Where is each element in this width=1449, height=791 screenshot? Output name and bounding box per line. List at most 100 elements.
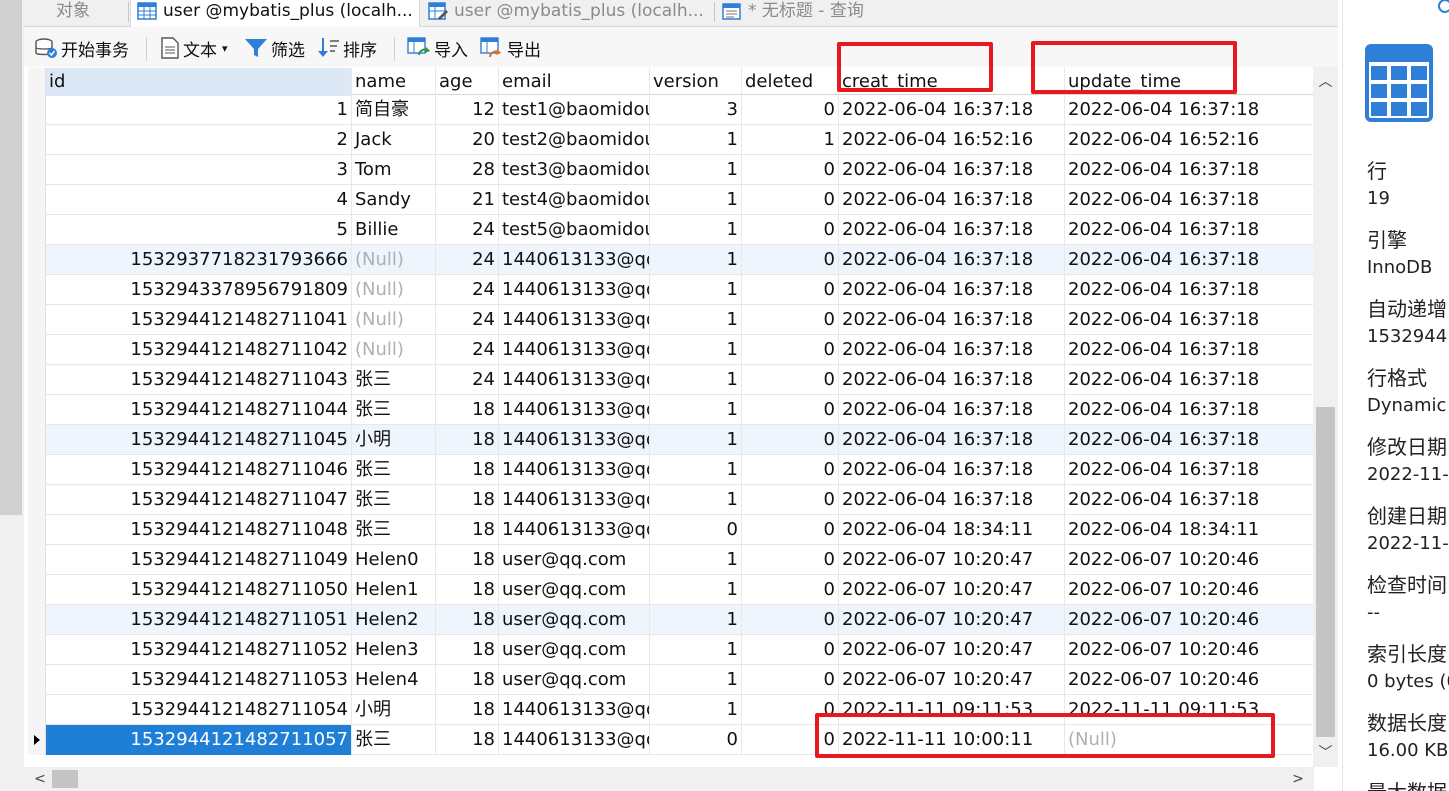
cell-deleted[interactable]: 0 xyxy=(742,515,839,545)
cell-deleted[interactable]: 0 xyxy=(742,545,839,575)
cell-email[interactable]: user@qq.com xyxy=(499,575,650,605)
cell-id[interactable]: 4 xyxy=(46,185,352,215)
table-row[interactable]: 1532944121482711049 Helen0 18 user@qq.com 1 0… xyxy=(28,545,1313,575)
table-row[interactable]: 1532944121482711044 张三 18 1440613133@qq 1 0 20… xyxy=(28,395,1313,425)
cell-email[interactable]: 1440613133@qq xyxy=(499,395,650,425)
cell-name[interactable]: (Null) xyxy=(352,275,436,305)
table-row[interactable]: 1532944121482711048 张三 18 1440613133@qq 0 0 20… xyxy=(28,515,1313,545)
cell-version[interactable]: 1 xyxy=(650,545,742,575)
table-row[interactable]: 2 Jack 20 test2@baomidou 1 1 2022-06-04 16:52:… xyxy=(28,125,1313,155)
table-row[interactable]: 4 Sandy 21 test4@baomidou 1 0 2022-06-04 16:37… xyxy=(28,185,1313,215)
cell-name[interactable]: Helen1 xyxy=(352,575,436,605)
cell-email[interactable]: user@qq.com xyxy=(499,635,650,665)
cell-age[interactable]: 18 xyxy=(436,695,499,725)
row-marker[interactable] xyxy=(28,125,46,155)
cell-version[interactable]: 1 xyxy=(650,395,742,425)
cell-version[interactable]: 1 xyxy=(650,125,742,155)
info-circle-icon[interactable] xyxy=(1435,0,1449,16)
row-marker[interactable] xyxy=(28,575,46,605)
cell-version[interactable]: 1 xyxy=(650,635,742,665)
table-row[interactable]: 1532937718231793666 (Null) 24 1440613133@qq… xyxy=(28,245,1313,275)
cell-age[interactable]: 18 xyxy=(436,485,499,515)
cell-creat-time[interactable]: 2022-06-04 16:37:18 xyxy=(839,335,1065,365)
row-marker[interactable] xyxy=(28,275,46,305)
cell-deleted[interactable]: 0 xyxy=(742,305,839,335)
cell-creat-time[interactable]: 2022-06-04 16:37:18 xyxy=(839,155,1065,185)
cell-deleted[interactable]: 0 xyxy=(742,575,839,605)
cell-creat-time[interactable]: 2022-06-07 10:20:47 xyxy=(839,545,1065,575)
cell-age[interactable]: 18 xyxy=(436,545,499,575)
cell-version[interactable]: 0 xyxy=(650,515,742,545)
cell-update-time[interactable]: 2022-06-07 10:20:46 xyxy=(1065,605,1313,635)
column-header-deleted[interactable]: deleted xyxy=(742,68,839,96)
cell-version[interactable]: 3 xyxy=(650,95,742,125)
sort-button[interactable]: 排序 xyxy=(316,36,377,61)
cell-creat-time[interactable]: 2022-06-04 16:52:16 xyxy=(839,125,1065,155)
cell-update-time[interactable]: 2022-06-04 16:37:18 xyxy=(1065,185,1313,215)
cell-id[interactable]: 1532943378956791809 xyxy=(46,275,352,305)
cell-deleted[interactable]: 0 xyxy=(742,635,839,665)
cell-update-time[interactable]: 2022-06-04 16:37:18 xyxy=(1065,335,1313,365)
cell-update-time[interactable]: 2022-06-04 16:37:18 xyxy=(1065,365,1313,395)
cell-update-time[interactable]: 2022-06-04 16:37:18 xyxy=(1065,95,1313,125)
table-row[interactable]: 5 Billie 24 test5@baomidou 1 0 2022-06-04 16:3… xyxy=(28,215,1313,245)
scroll-down-icon[interactable]: ﹀ xyxy=(1313,741,1338,763)
cell-creat-time[interactable]: 2022-06-04 16:37:18 xyxy=(839,395,1065,425)
filter-button[interactable]: 筛选 xyxy=(244,36,305,61)
cell-id[interactable]: 1532944121482711047 xyxy=(46,485,352,515)
row-marker[interactable] xyxy=(28,155,46,185)
cell-version[interactable]: 1 xyxy=(650,605,742,635)
cell-creat-time[interactable]: 2022-06-04 16:37:18 xyxy=(839,185,1065,215)
cell-id[interactable]: 2 xyxy=(46,125,352,155)
cell-update-time[interactable]: 2022-06-04 16:37:18 xyxy=(1065,485,1313,515)
horizontal-scrollbar[interactable]: < > xyxy=(24,767,1314,791)
cell-update-time[interactable]: 2022-06-04 16:37:18 xyxy=(1065,305,1313,335)
cell-deleted[interactable]: 0 xyxy=(742,245,839,275)
cell-email[interactable]: test4@baomidou xyxy=(499,185,650,215)
table-row[interactable]: 1532944121482711042 (Null) 24 1440613133@qq… xyxy=(28,335,1313,365)
cell-version[interactable]: 1 xyxy=(650,185,742,215)
cell-age[interactable]: 18 xyxy=(436,725,499,755)
vertical-scrollbar[interactable]: ︿ ﹀ xyxy=(1313,67,1338,767)
cell-name[interactable]: Billie xyxy=(352,215,436,245)
cell-name[interactable]: Helen4 xyxy=(352,665,436,695)
cell-id[interactable]: 1532944121482711042 xyxy=(46,335,352,365)
cell-name[interactable]: 简自豪 xyxy=(352,95,436,125)
cell-email[interactable]: 1440613133@qq xyxy=(499,455,650,485)
cell-email[interactable]: test3@baomidou xyxy=(499,155,650,185)
cell-age[interactable]: 18 xyxy=(436,425,499,455)
cell-email[interactable]: user@qq.com xyxy=(499,665,650,695)
table-row[interactable]: 1532944121482711046 张三 18 1440613133@qq 1 0 20… xyxy=(28,455,1313,485)
cell-name[interactable]: 张三 xyxy=(352,725,436,755)
cell-update-time[interactable]: 2022-06-04 18:34:11 xyxy=(1065,515,1313,545)
cell-id[interactable]: 1532944121482711057 xyxy=(46,725,352,755)
cell-version[interactable]: 1 xyxy=(650,155,742,185)
cell-deleted[interactable]: 0 xyxy=(742,605,839,635)
import-button[interactable]: 导入 xyxy=(407,36,468,61)
cell-creat-time[interactable]: 2022-06-04 16:37:18 xyxy=(839,95,1065,125)
cell-name[interactable]: (Null) xyxy=(352,245,436,275)
cell-name[interactable]: (Null) xyxy=(352,335,436,365)
cell-email[interactable]: test1@baomidou xyxy=(499,95,650,125)
cell-age[interactable]: 24 xyxy=(436,365,499,395)
row-marker[interactable] xyxy=(28,185,46,215)
cell-age[interactable]: 18 xyxy=(436,605,499,635)
row-marker[interactable] xyxy=(28,485,46,515)
row-marker[interactable] xyxy=(28,545,46,575)
tab-objects[interactable]: 对象 xyxy=(50,0,130,27)
cell-age[interactable]: 18 xyxy=(436,455,499,485)
cell-email[interactable]: 1440613133@qq xyxy=(499,365,650,395)
cell-age[interactable]: 21 xyxy=(436,185,499,215)
cell-name[interactable]: 小明 xyxy=(352,425,436,455)
cell-creat-time[interactable]: 2022-06-04 16:37:18 xyxy=(839,485,1065,515)
table-row[interactable]: 1532944121482711041 (Null) 24 1440613133@qq… xyxy=(28,305,1313,335)
cell-version[interactable]: 1 xyxy=(650,695,742,725)
cell-email[interactable]: test5@baomidou xyxy=(499,215,650,245)
cell-deleted[interactable]: 0 xyxy=(742,185,839,215)
row-marker[interactable] xyxy=(28,245,46,275)
cell-creat-time[interactable]: 2022-06-07 10:20:47 xyxy=(839,605,1065,635)
cell-id[interactable]: 1532944121482711046 xyxy=(46,455,352,485)
cell-email[interactable]: user@qq.com xyxy=(499,605,650,635)
cell-email[interactable]: 1440613133@qq xyxy=(499,335,650,365)
cell-id[interactable]: 1532944121482711045 xyxy=(46,425,352,455)
